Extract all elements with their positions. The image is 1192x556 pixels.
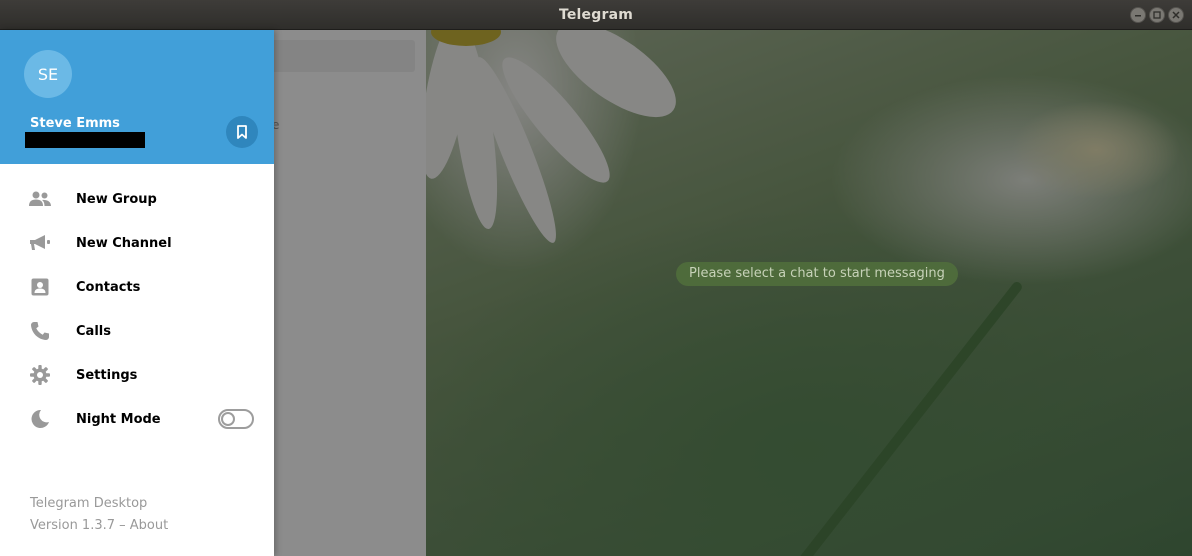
menu-item-label: New Channel bbox=[76, 235, 172, 251]
saved-messages-button[interactable] bbox=[226, 116, 258, 148]
close-icon bbox=[1172, 11, 1180, 19]
moon-icon bbox=[28, 408, 52, 430]
avatar[interactable]: SE bbox=[24, 50, 72, 98]
close-button[interactable] bbox=[1168, 7, 1184, 23]
telegram-window: Telegram e Please select a chat to start… bbox=[0, 0, 1192, 556]
phone-number-redacted bbox=[25, 132, 145, 148]
maximize-icon bbox=[1153, 11, 1161, 19]
drawer-menu: New Group New Channel Contacts Calls Set… bbox=[0, 177, 274, 441]
gear-icon bbox=[28, 364, 52, 386]
night-mode-toggle[interactable] bbox=[218, 409, 254, 429]
contact-card-icon bbox=[28, 276, 52, 298]
toggle-knob bbox=[221, 412, 235, 426]
menu-item-calls[interactable]: Calls bbox=[0, 309, 274, 353]
phone-icon bbox=[28, 320, 52, 342]
menu-item-label: New Group bbox=[76, 191, 157, 207]
menu-item-label: Contacts bbox=[76, 279, 141, 295]
main-menu-drawer: SE Steve Emms New Group New Channel Cont… bbox=[0, 30, 274, 556]
empty-chat-message: Please select a chat to start messaging bbox=[676, 262, 958, 286]
user-name: Steve Emms bbox=[30, 116, 120, 131]
minimize-button[interactable] bbox=[1130, 7, 1146, 23]
bookmark-icon bbox=[237, 125, 247, 139]
menu-item-contacts[interactable]: Contacts bbox=[0, 265, 274, 309]
version-about-link[interactable]: Version 1.3.7 – About bbox=[30, 518, 168, 533]
menu-item-label: Calls bbox=[76, 323, 111, 339]
minimize-icon bbox=[1135, 15, 1141, 17]
avatar-initials: SE bbox=[37, 64, 59, 84]
main-content: e Please select a chat to start messagin… bbox=[0, 30, 1192, 556]
title-bar[interactable]: Telegram bbox=[0, 0, 1192, 30]
menu-item-new-channel[interactable]: New Channel bbox=[0, 221, 274, 265]
menu-item-new-group[interactable]: New Group bbox=[0, 177, 274, 221]
menu-item-settings[interactable]: Settings bbox=[0, 353, 274, 397]
window-controls bbox=[1130, 7, 1184, 23]
maximize-button[interactable] bbox=[1149, 7, 1165, 23]
menu-item-night-mode[interactable]: Night Mode bbox=[0, 397, 274, 441]
menu-item-label: Settings bbox=[76, 367, 138, 383]
app-name-label: Telegram Desktop bbox=[30, 496, 148, 511]
drawer-header: SE Steve Emms bbox=[0, 30, 274, 164]
menu-item-label: Night Mode bbox=[76, 411, 161, 427]
megaphone-icon bbox=[28, 232, 52, 254]
group-icon bbox=[28, 188, 52, 210]
window-title: Telegram bbox=[558, 6, 634, 23]
